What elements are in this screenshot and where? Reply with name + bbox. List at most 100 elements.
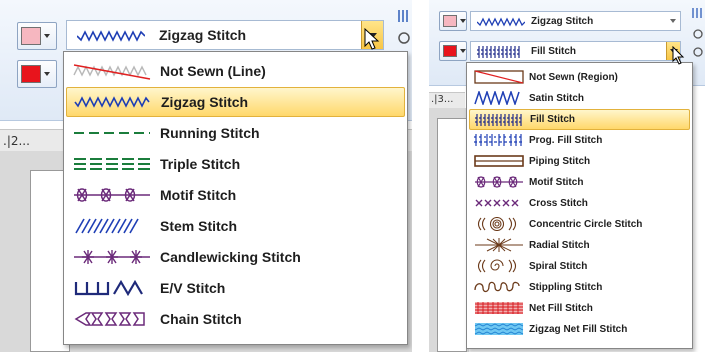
chevron-down-icon[interactable] bbox=[670, 19, 676, 23]
prog-fill-stitch-icon bbox=[474, 134, 523, 146]
line-color-button[interactable] bbox=[439, 11, 467, 31]
menu-item-label: Chain Stitch bbox=[160, 311, 242, 327]
design-page[interactable] bbox=[437, 118, 467, 352]
line-sew-type-dropdown: Not Sewn (Line) Zigzag Stitch Running St… bbox=[63, 51, 408, 345]
stippling-stitch-icon bbox=[474, 281, 520, 293]
menu-item-stem-stitch[interactable]: Stem Stitch bbox=[66, 211, 405, 241]
right-screenshot-panel: Zigzag Stitch Fill Stitch .|3... Not Sew… bbox=[429, 0, 705, 352]
menu-item-label: Concentric Circle Stitch bbox=[529, 219, 643, 230]
spiral-stitch-icon bbox=[477, 259, 517, 273]
menu-item-label: Zigzag Net Fill Stitch bbox=[529, 324, 628, 335]
motif-stitch-icon bbox=[74, 188, 150, 202]
menu-item-label: Motif Stitch bbox=[529, 177, 584, 188]
menu-item-satin-stitch[interactable]: Satin Stitch bbox=[469, 88, 690, 109]
region-color-swatch bbox=[21, 65, 41, 83]
region-sew-type-dropdown: Not Sewn (Region) Satin Stitch Fill Stit… bbox=[466, 62, 693, 349]
region-color-swatch bbox=[443, 45, 457, 57]
menu-item-chain-stitch[interactable]: Chain Stitch bbox=[66, 304, 405, 334]
cross-stitch-icon bbox=[475, 199, 519, 207]
ruler-label: .|2... bbox=[3, 134, 30, 148]
not-sewn-line-icon bbox=[73, 64, 151, 80]
menu-item-label: Satin Stitch bbox=[529, 93, 585, 104]
mouse-cursor-icon bbox=[364, 28, 380, 50]
menu-item-stippling-stitch[interactable]: Stippling Stitch bbox=[469, 277, 690, 298]
ev-stitch-icon bbox=[74, 279, 143, 297]
radial-stitch-icon bbox=[475, 238, 523, 252]
line-color-button[interactable] bbox=[17, 22, 57, 50]
region-color-button[interactable] bbox=[17, 60, 57, 88]
net-fill-stitch-icon bbox=[475, 302, 523, 314]
menu-item-label: Prog. Fill Stitch bbox=[529, 135, 603, 146]
fill-stitch-icon bbox=[477, 46, 521, 58]
menu-item-net-fill-stitch[interactable]: Net Fill Stitch bbox=[469, 298, 690, 319]
mouse-cursor-icon bbox=[672, 46, 685, 65]
menu-item-label: Not Sewn (Region) bbox=[529, 72, 618, 83]
zigzag-net-fill-stitch-icon bbox=[474, 323, 524, 335]
stem-stitch-icon bbox=[75, 218, 139, 234]
menu-item-ev-stitch[interactable]: E/V Stitch bbox=[66, 273, 405, 303]
line-sew-type-combo[interactable]: Zigzag Stitch bbox=[66, 20, 384, 50]
menu-item-label: Stem Stitch bbox=[160, 218, 238, 234]
menu-item-label: Fill Stitch bbox=[530, 114, 575, 125]
menu-item-piping-stitch[interactable]: Piping Stitch bbox=[469, 151, 690, 172]
menu-item-fill-stitch[interactable]: Fill Stitch bbox=[469, 109, 690, 130]
chevron-down-icon bbox=[460, 19, 466, 23]
menu-item-label: Motif Stitch bbox=[160, 187, 237, 203]
line-sew-type-value: Zigzag Stitch bbox=[159, 27, 247, 43]
region-sew-type-value: Fill Stitch bbox=[531, 45, 576, 57]
satin-stitch-icon bbox=[474, 91, 520, 105]
menu-item-label: Running Stitch bbox=[160, 125, 260, 141]
concentric-circle-stitch-icon bbox=[477, 217, 517, 231]
running-stitch-icon bbox=[74, 132, 150, 134]
zigzag-stitch-icon bbox=[477, 17, 525, 27]
piping-stitch-icon bbox=[474, 155, 524, 167]
chevron-down-icon bbox=[460, 49, 466, 53]
menu-item-triple-stitch[interactable]: Triple Stitch bbox=[66, 149, 405, 179]
menu-item-radial-stitch[interactable]: Radial Stitch bbox=[469, 235, 690, 256]
menu-item-label: Cross Stitch bbox=[529, 198, 588, 209]
not-sewn-region-icon bbox=[474, 70, 524, 84]
region-color-button[interactable] bbox=[439, 41, 467, 61]
line-color-swatch bbox=[443, 15, 457, 27]
menu-item-label: Candlewicking Stitch bbox=[160, 249, 301, 265]
menu-item-label: Stippling Stitch bbox=[529, 282, 603, 293]
menu-item-label: Piping Stitch bbox=[529, 156, 591, 167]
zigzag-stitch-icon bbox=[77, 30, 145, 42]
menu-item-label: Net Fill Stitch bbox=[529, 303, 593, 314]
menu-item-label: Triple Stitch bbox=[160, 156, 241, 172]
menu-item-label: Radial Stitch bbox=[529, 240, 590, 251]
menu-item-motif-stitch[interactable]: Motif Stitch bbox=[469, 172, 690, 193]
menu-item-running-stitch[interactable]: Running Stitch bbox=[66, 118, 405, 148]
candlewicking-stitch-icon bbox=[74, 250, 150, 264]
chevron-down-icon bbox=[44, 34, 50, 38]
menu-item-zigzag-net-fill-stitch[interactable]: Zigzag Net Fill Stitch bbox=[469, 319, 690, 340]
menu-item-motif-stitch[interactable]: Motif Stitch bbox=[66, 180, 405, 210]
ruler-label: .|3... bbox=[431, 94, 454, 105]
menu-item-candlewicking-stitch[interactable]: Candlewicking Stitch bbox=[66, 242, 405, 272]
menu-item-spiral-stitch[interactable]: Spiral Stitch bbox=[469, 256, 690, 277]
left-screenshot-panel: Zigzag Stitch .|2... Not Sewn (Line) Zig… bbox=[0, 0, 412, 352]
line-sew-type-value: Zigzag Stitch bbox=[531, 15, 594, 27]
menu-item-not-sewn-region[interactable]: Not Sewn (Region) bbox=[469, 67, 690, 88]
ribbon-tool-icon[interactable] bbox=[396, 8, 412, 48]
line-sew-type-combo[interactable]: Zigzag Stitch bbox=[470, 11, 681, 31]
menu-item-label: Spiral Stitch bbox=[529, 261, 588, 272]
ribbon-tool-icon[interactable] bbox=[691, 6, 705, 66]
menu-item-prog-fill-stitch[interactable]: Prog. Fill Stitch bbox=[469, 130, 690, 151]
menu-item-zigzag-stitch[interactable]: Zigzag Stitch bbox=[66, 87, 405, 117]
menu-item-not-sewn-line[interactable]: Not Sewn (Line) bbox=[66, 56, 405, 86]
chain-stitch-icon bbox=[74, 312, 145, 326]
triple-stitch-icon bbox=[74, 158, 150, 170]
region-sew-type-combo[interactable]: Fill Stitch bbox=[470, 41, 681, 61]
menu-item-label: E/V Stitch bbox=[160, 280, 226, 296]
menu-item-label: Zigzag Stitch bbox=[161, 94, 249, 110]
chevron-down-icon bbox=[44, 72, 50, 76]
horizontal-ruler: .|3... bbox=[429, 92, 465, 108]
motif-stitch-icon bbox=[475, 176, 523, 188]
fill-stitch-icon bbox=[475, 114, 523, 126]
line-color-swatch bbox=[21, 27, 41, 45]
zigzag-stitch-icon bbox=[74, 96, 150, 108]
menu-item-label: Not Sewn (Line) bbox=[160, 63, 266, 79]
menu-item-concentric-circle-stitch[interactable]: Concentric Circle Stitch bbox=[469, 214, 690, 235]
menu-item-cross-stitch[interactable]: Cross Stitch bbox=[469, 193, 690, 214]
